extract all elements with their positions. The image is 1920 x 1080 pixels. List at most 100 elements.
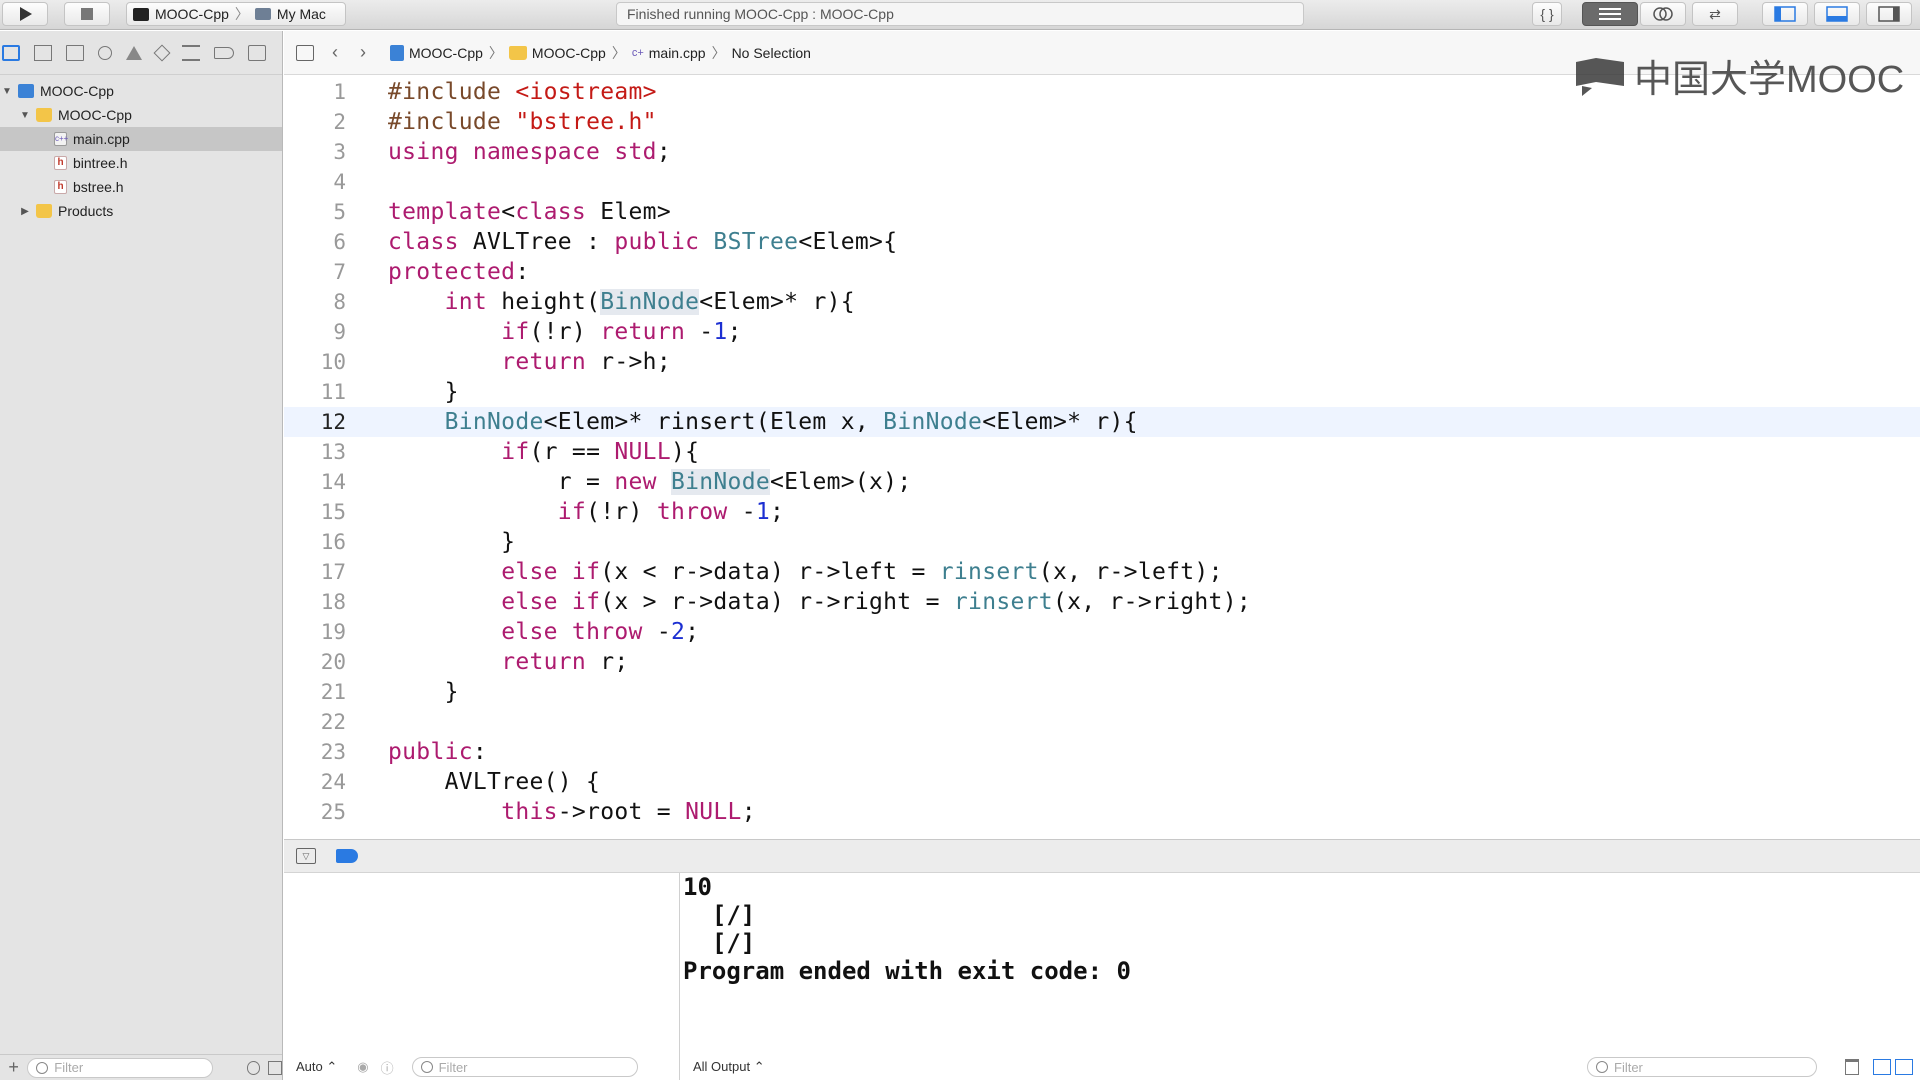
code-line[interactable]: 15 if(!r) throw -1; [284,497,1920,527]
code-line[interactable]: 10 return r->h; [284,347,1920,377]
folder-icon[interactable] [2,44,20,61]
code-line[interactable]: 21 } [284,677,1920,707]
disclosure-expanded-icon[interactable]: ▼ [0,86,14,97]
show-variables-icon[interactable] [1873,1059,1891,1075]
tree-item-bintree-h[interactable]: h bintree.h [0,151,282,175]
standard-editor-button[interactable] [1582,2,1638,26]
recent-files-icon[interactable] [246,1060,261,1075]
breadcrumb-file[interactable]: c+ main.cpp [632,45,706,61]
code-line-current[interactable]: 12 BinNode<Elem>* rinsert(Elem x, BinNod… [284,407,1920,437]
code-line[interactable]: 23 public: [284,737,1920,767]
line-number: 12 [320,410,346,434]
tree-item-bstree-h[interactable]: h bstree.h [0,175,282,199]
stop-button[interactable] [64,2,110,26]
eye-icon[interactable]: ◉ [357,1059,368,1075]
warning-icon[interactable] [126,45,142,60]
code-line[interactable]: 25 this->root = NULL; [284,797,1920,827]
toggle-debug-area-button[interactable] [1814,2,1860,26]
tree-item-project[interactable]: ▼ MOOC-Cpp [0,79,282,103]
code-line[interactable]: 8 int height(BinNode<Elem>* r){ [284,287,1920,317]
disclosure-collapsed-icon[interactable]: ▶ [18,206,32,217]
show-console-icon[interactable] [1895,1059,1913,1075]
output-selector[interactable]: All Output ⌃ [693,1059,765,1075]
code-text: r = new BinNode<Elem>(x); [388,469,912,495]
code-line[interactable]: 20 return r; [284,647,1920,677]
navigator-filter-input[interactable]: Filter [27,1057,213,1078]
tree-item-label: bstree.h [73,179,124,195]
code-line[interactable]: 11 } [284,377,1920,407]
forward-arrow-icon[interactable]: › [360,42,366,63]
variables-footer: Auto ⌃ ◉ ⓘ Filter [284,1054,679,1080]
breadcrumb-group[interactable]: MOOC-Cpp [508,45,606,61]
breadcrumb-project[interactable]: MOOC-Cpp [390,44,483,61]
report-navigator-icon[interactable] [248,44,266,61]
code-snippet-button[interactable]: { } [1532,2,1562,26]
code-line[interactable]: 3 using namespace std; [284,137,1920,167]
line-number: 1 [333,80,346,104]
console-view[interactable]: 10 [/] [/] Program ended with exit code:… [681,873,1920,1080]
source-control-icon[interactable] [34,44,52,61]
scheme-name: MOOC-Cpp [155,6,229,22]
toggle-utilities-button[interactable] [1866,2,1912,26]
scheme-selector[interactable]: MOOC-Cpp 〉 My Mac [126,2,346,26]
code-line[interactable]: 14 r = new BinNode<Elem>(x); [284,467,1920,497]
code-text: } [388,379,459,405]
tree-item-products[interactable]: ▶ Products [0,199,282,223]
chevron-right-icon: 〉 [711,44,726,61]
code-line[interactable]: 22 [284,707,1920,737]
disclosure-expanded-icon[interactable]: ▼ [18,110,32,121]
code-line[interactable]: 19 else throw -2; [284,617,1920,647]
folder-icon [508,45,527,60]
code-line[interactable]: 18 else if(x > r->data) r->right = rinse… [284,587,1920,617]
code-text: public: [388,739,488,765]
tree-item-label: bintree.h [73,155,128,171]
code-line[interactable]: 9 if(!r) return -1; [284,317,1920,347]
auto-selector[interactable]: Auto ⌃ [296,1059,337,1075]
code-line[interactable]: 24 AVLTree() { [284,767,1920,797]
line-number: 23 [320,740,346,764]
project-icon [390,44,404,61]
code-line[interactable]: 5 template<class Elem> [284,197,1920,227]
console-line: Program ended with exit code: 0 [683,957,1131,985]
code-line[interactable]: 16 } [284,527,1920,557]
source-editor[interactable]: 1 #include <iostream> 2 #include "bstree.h… [284,76,1920,839]
filter-placeholder: Filter [1614,1059,1643,1075]
cpp-file-icon: c+ [631,46,644,59]
code-line[interactable]: 13 if(r == NULL){ [284,437,1920,467]
tree-item-group[interactable]: ▼ MOOC-Cpp [0,103,282,127]
toggle-navigator-button[interactable] [1762,2,1808,26]
variables-filter-input[interactable]: Filter [411,1057,638,1077]
line-number: 10 [320,350,346,374]
breakpoint-navigator-icon[interactable] [214,46,234,59]
debug-navigator-icon[interactable] [182,44,200,61]
code-line[interactable]: 4 [284,167,1920,197]
assistant-editor-button[interactable] [1640,2,1686,26]
code-text: if(r == NULL){ [501,439,700,465]
back-arrow-icon[interactable]: ‹ [332,42,338,63]
test-navigator-icon[interactable] [153,44,171,61]
code-line[interactable]: 7 protected: [284,257,1920,287]
activity-status: Finished running MOOC-Cpp : MOOC-Cpp [616,2,1304,26]
console-filter-input[interactable]: Filter [1587,1057,1817,1077]
scm-filter-icon[interactable] [268,1060,282,1075]
search-icon[interactable] [98,45,112,60]
related-items-icon[interactable] [296,44,314,61]
run-button[interactable] [2,2,48,26]
code-line[interactable]: 2 #include "bstree.h" [284,107,1920,137]
tree-item-main-cpp[interactable]: c++ main.cpp [0,127,282,151]
filter-icon [420,1061,433,1073]
breakpoints-toggle-icon[interactable] [336,849,358,863]
line-number: 16 [320,530,346,554]
hide-debug-area-icon[interactable]: ▽ [296,848,316,864]
info-icon[interactable]: ⓘ [381,1058,394,1077]
folder-icon [36,204,52,218]
code-line[interactable]: 17 else if(x < r->data) r->left = rinser… [284,557,1920,587]
header-file-icon: h [54,156,67,170]
symbol-navigator-icon[interactable] [66,44,84,61]
breadcrumb-symbol[interactable]: No Selection [732,45,811,61]
add-icon[interactable]: + [0,1057,27,1078]
code-text: template<class Elem> [388,199,671,225]
trash-icon[interactable] [1845,1059,1859,1075]
version-editor-button[interactable]: ⇄ [1692,2,1738,26]
code-line[interactable]: 6 class AVLTree : public BSTree<Elem>{ [284,227,1920,257]
